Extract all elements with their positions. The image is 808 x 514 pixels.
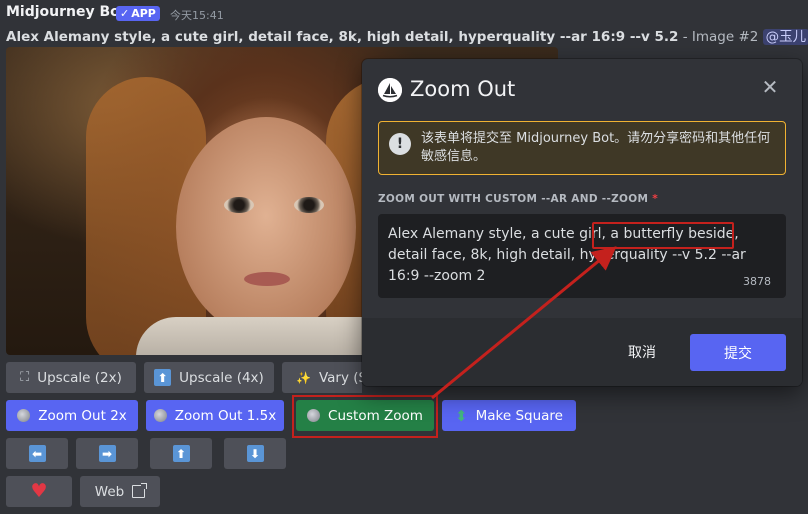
web-button[interactable]: Web <box>80 476 160 507</box>
field-label-text: ZOOM OUT WITH CUSTOM --AR AND --ZOOM <box>378 193 649 205</box>
favorite-button[interactable]: ♥ <box>6 476 72 507</box>
prompt-line: Alex Alemany style, a cute girl, detail … <box>6 25 808 45</box>
warning-notice: ! 该表单将提交至 Midjourney Bot。请勿分享密码和其他任何敏感信息… <box>378 121 786 175</box>
pan-down-button[interactable]: ⬇ <box>224 438 286 469</box>
heart-icon: ♥ <box>30 480 48 502</box>
web-label: Web <box>94 483 125 500</box>
arrow-down-icon: ⬇ <box>246 445 264 462</box>
upscale-4x-button[interactable]: ⬆ Upscale (4x) <box>144 362 274 393</box>
app-badge: ✓ APP <box>116 6 160 21</box>
pan-right-button[interactable]: ➡ <box>76 438 138 469</box>
warning-icon: ! <box>389 133 411 155</box>
pan-up-button[interactable]: ⬆ <box>150 438 212 469</box>
annotation-box-butterfly <box>592 222 734 249</box>
external-link-icon <box>132 483 148 498</box>
zoom-out-1-5x-button[interactable]: Zoom Out 1.5x <box>146 400 284 431</box>
upscale-4x-label: Upscale (4x) <box>179 369 264 386</box>
upscale-2x-button[interactable]: ⛶ Upscale (2x) <box>6 362 136 393</box>
timestamp: 今天15:41 <box>170 9 224 22</box>
app-badge-label: APP <box>131 7 156 20</box>
pan-left-button[interactable]: ⬅ <box>6 438 68 469</box>
midjourney-logo-icon <box>378 78 402 102</box>
close-icon[interactable]: ✕ <box>758 75 782 99</box>
upscale-2x-label: Upscale (2x) <box>37 369 122 386</box>
image-index: - Image #2 <box>678 29 763 45</box>
user-mention[interactable]: @玉儿 <box>762 29 808 45</box>
custom-zoom-field-label: ZOOM OUT WITH CUSTOM --AR AND --ZOOM * <box>378 193 658 205</box>
warning-text: 该表单将提交至 Midjourney Bot。请勿分享密码和其他任何敏感信息。 <box>421 131 771 164</box>
arrow-up-icon: ⬆ <box>172 445 190 462</box>
sparkle-icon: ✨ <box>296 370 311 385</box>
submit-button[interactable]: 提交 <box>690 334 786 371</box>
make-square-button[interactable]: ⬍ Make Square <box>442 400 576 431</box>
vary-label: Vary (S <box>318 369 368 386</box>
check-icon: ✓ <box>120 7 130 20</box>
make-square-label: Make Square <box>475 407 563 424</box>
magnifier-icon <box>17 409 31 422</box>
magnifier-icon <box>153 409 167 422</box>
arrow-left-icon: ⬅ <box>28 445 46 462</box>
bot-name[interactable]: Midjourney Bot <box>6 4 126 20</box>
zoom-out-2x-label: Zoom Out 2x <box>38 407 127 424</box>
zoom-out-1-5x-label: Zoom Out 1.5x <box>174 407 277 424</box>
upscale-4x-icon: ⬆ <box>154 369 172 386</box>
required-marker: * <box>652 193 658 205</box>
zoom-out-2x-button[interactable]: Zoom Out 2x <box>6 400 138 431</box>
vary-subtle-button[interactable]: ✨ Vary (S <box>282 362 367 393</box>
expand-vertical-icon: ⬍ <box>455 406 468 425</box>
cancel-button[interactable]: 取消 <box>612 334 672 370</box>
arrow-right-icon: ➡ <box>98 445 116 462</box>
prompt-text: Alex Alemany style, a cute girl, detail … <box>6 29 679 45</box>
upscale-icon: ⛶ <box>20 370 30 385</box>
character-count: 3878 <box>743 275 771 288</box>
modal-title: Zoom Out <box>410 77 516 101</box>
annotation-box-custom-zoom <box>292 395 438 438</box>
